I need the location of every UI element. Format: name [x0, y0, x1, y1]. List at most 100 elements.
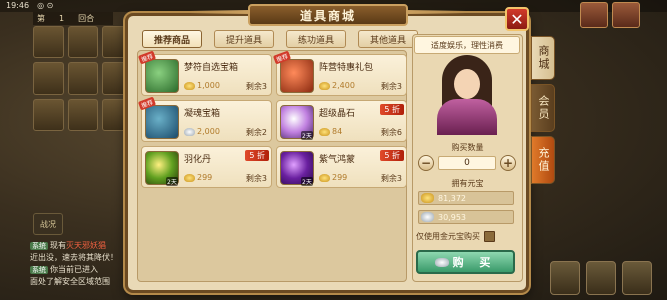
- gold-balance-value: 81,372: [438, 193, 466, 203]
- skill-slot[interactable]: [33, 62, 64, 95]
- chat-highlight: 灭天邪妖猖: [66, 241, 106, 250]
- shop-item-card[interactable]: 推荐 阵营特惠礼包 2,400 剩余3: [272, 50, 407, 96]
- quantity-input[interactable]: 0: [438, 156, 496, 170]
- duration-badge: 2天: [301, 177, 313, 186]
- side-tab-vip[interactable]: 会员: [531, 84, 555, 132]
- side-tab-label: 商城: [537, 45, 550, 71]
- item-remaining: 剩余2: [245, 128, 267, 137]
- item-name: 梦符自选宝箱: [184, 63, 239, 73]
- chat-tag: 系统: [30, 266, 48, 274]
- price-value: 2,400: [332, 81, 355, 90]
- gold-ingot-icon: [319, 81, 330, 90]
- skill-slot[interactable]: [67, 98, 99, 131]
- treasure-box-icon: [145, 105, 179, 139]
- price-value: 2,000: [197, 127, 220, 136]
- shop-item-card[interactable]: 推荐 梦符自选宝箱 1,000 剩余3: [137, 50, 272, 96]
- tab-other-items[interactable]: 其他道具: [358, 30, 418, 48]
- shop-title: 道具商城: [248, 4, 408, 26]
- item-price: 299: [184, 173, 212, 182]
- shop-item-card[interactable]: 2天 超级晶石 5 折 84 剩余6: [276, 100, 407, 142]
- duration-badge: 2天: [166, 177, 178, 186]
- item-remaining: 剩余3: [380, 82, 402, 91]
- item-remaining: 剩余3: [245, 82, 267, 91]
- avatar[interactable]: [580, 2, 608, 28]
- side-tab-recharge[interactable]: 充值: [531, 136, 555, 184]
- chat-tag: 系统: [30, 242, 48, 250]
- close-button[interactable]: ✕: [505, 7, 529, 31]
- shop-item-card[interactable]: 2天 紫气鸿蒙 5 折 299 剩余3: [276, 146, 407, 188]
- gold-only-checkbox[interactable]: [484, 230, 495, 242]
- item-name: 凝魂宝箱: [184, 109, 221, 119]
- battle-status-label: 战况: [40, 219, 56, 229]
- chat-text: 现有: [50, 241, 66, 250]
- shop-item-card[interactable]: 推荐 凝魂宝箱 2,000 剩余2: [137, 96, 272, 142]
- gold-ingot-icon: [319, 127, 330, 136]
- chat-line: 面处了解安全区域范围: [30, 276, 140, 288]
- party-avatars: [578, 0, 667, 30]
- gold-ingot-icon: [421, 193, 434, 203]
- category-tabs: 推荐商品 提升道具 练功道具 其他道具: [142, 30, 418, 48]
- price-value: 299: [332, 173, 348, 182]
- chest-icon: [145, 59, 179, 93]
- skill-slot[interactable]: [67, 26, 99, 59]
- silver-balance: 30,953: [418, 210, 514, 224]
- round-prefix: 第: [37, 14, 45, 23]
- close-icon: ✕: [510, 9, 524, 29]
- tab-training-items[interactable]: 练功道具: [286, 30, 346, 48]
- silver-balance-value: 30,953: [438, 212, 466, 222]
- menu-icon[interactable]: [622, 260, 652, 295]
- chat-line: 系统 你当前已进入: [30, 264, 140, 276]
- discount-badge: 5 折: [380, 150, 404, 161]
- skill-slot[interactable]: [67, 62, 99, 95]
- item-name: 超级晶石: [319, 109, 356, 119]
- increase-button[interactable]: +: [500, 155, 516, 171]
- bottom-menu-icons: [550, 255, 667, 300]
- tab-recommended[interactable]: 推荐商品: [142, 30, 202, 48]
- battle-status-button[interactable]: 战况: [33, 213, 63, 235]
- decrease-button[interactable]: −: [418, 155, 434, 171]
- discount-badge: 5 折: [380, 104, 404, 115]
- skill-slot-grid: [33, 26, 133, 131]
- moderation-notice-text: 适度娱乐，理性消费: [431, 40, 503, 50]
- shop-title-text: 道具商城: [299, 8, 356, 23]
- skill-slot[interactable]: [33, 98, 64, 131]
- gold-ingot-icon: [319, 173, 330, 182]
- item-remaining: 剩余3: [380, 174, 402, 183]
- round-indicator: 第 1 回合: [33, 12, 113, 25]
- side-tab-label: 充值: [537, 147, 550, 173]
- shopkeeper-portrait: [427, 55, 507, 135]
- quantity-stepper: − 0 +: [418, 154, 516, 172]
- round-suffix: 回合: [78, 14, 95, 23]
- item-price: 84: [319, 127, 342, 136]
- clock-text: 19:46: [6, 1, 30, 10]
- item-name: 羽化丹: [184, 155, 212, 165]
- gold-ingot-icon: [184, 81, 195, 90]
- silver-ingot-icon: [184, 127, 195, 136]
- chat-line: 近出没，速去将其降伏！: [30, 252, 140, 264]
- buy-button[interactable]: 购 买: [416, 250, 515, 274]
- item-remaining: 剩余6: [380, 128, 402, 137]
- shop-item-card[interactable]: 2天 羽化丹 5 折 299 剩余3: [141, 146, 272, 188]
- avatar[interactable]: [612, 2, 640, 28]
- owned-currency-label: 拥有元宝: [451, 179, 484, 188]
- gold-only-label: 仅使用金元宝购买: [416, 231, 480, 241]
- chat-log[interactable]: 系统 现有灭天邪妖猖 近出没，速去将其降伏！ 系统 你当前已进入 面处了解安全区域范…: [30, 240, 140, 300]
- tab-label: 练功道具: [297, 35, 334, 46]
- chat-text: 近出没，速去将其降伏！: [30, 253, 118, 262]
- item-name: 紫气鸿蒙: [319, 155, 356, 165]
- menu-icon[interactable]: [550, 260, 580, 295]
- side-tab-shop[interactable]: 商城: [531, 36, 555, 80]
- gold-balance: 81,372: [418, 191, 514, 205]
- quantity-label: 购买数量: [451, 143, 484, 152]
- gift-bag-icon: [280, 59, 314, 93]
- item-price: 2,000: [184, 127, 220, 136]
- menu-icon[interactable]: [586, 260, 616, 295]
- skill-slot[interactable]: [33, 26, 64, 59]
- moderation-notice: 适度娱乐，理性消费: [414, 36, 520, 54]
- item-price: 299: [319, 173, 347, 182]
- item-price: 2,400: [319, 81, 355, 90]
- duration-badge: 2天: [301, 131, 313, 140]
- tab-upgrade-items[interactable]: 提升道具: [214, 30, 274, 48]
- price-value: 84: [332, 127, 343, 136]
- chat-line: 系统 现有灭天邪妖猖: [30, 240, 140, 252]
